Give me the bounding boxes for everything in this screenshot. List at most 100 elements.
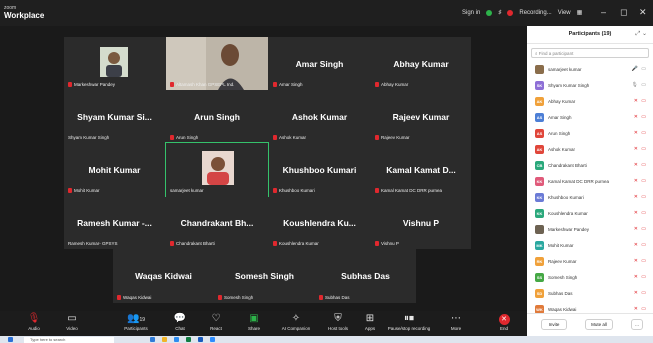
participant-tile[interactable]: Rajeev Kumar Rajeev Kumar bbox=[371, 90, 471, 143]
more-icon: ⋯ bbox=[451, 313, 461, 324]
participant-name: Khushboo Kumari bbox=[282, 164, 357, 175]
participant-tile[interactable]: Mohit Kumar Mohit Kumar bbox=[64, 143, 165, 196]
word-icon[interactable] bbox=[198, 337, 203, 342]
participant-name: Abhay Kumar bbox=[548, 98, 576, 104]
participant-tile[interactable]: Markeshwar Pandey bbox=[64, 37, 165, 90]
brand-name: Workplace bbox=[4, 11, 45, 20]
participants-button[interactable]: 👥19 Participants bbox=[116, 313, 156, 332]
collapse-icon[interactable]: ⌄ bbox=[642, 31, 647, 37]
mic-muted-icon bbox=[375, 135, 379, 140]
mic-camera-status-icon: ✕ ▭ bbox=[633, 274, 647, 280]
participant-list-item[interactable]: AS Arun Singh ✕ ▭ bbox=[527, 125, 653, 141]
participant-list-item[interactable]: KK Koushlendra Kumar ✕ ▭ bbox=[527, 205, 653, 221]
start-icon[interactable] bbox=[8, 337, 13, 342]
participant-tile[interactable]: Ashok Kumar Ashok Kumar bbox=[269, 90, 370, 143]
participant-name: Kamal Kamat DC DRR purnea bbox=[548, 178, 610, 184]
sparkle-icon: ✧ bbox=[291, 313, 301, 324]
edge-icon[interactable] bbox=[174, 337, 179, 342]
invite-button[interactable]: Invite bbox=[541, 319, 567, 330]
view-button[interactable]: View bbox=[558, 10, 571, 16]
participant-tile[interactable]: Shyam Kumar Si... Shyam Kumar Singh bbox=[64, 90, 165, 143]
panel-header: Participants (19) ⤢ ⌄ bbox=[527, 26, 653, 44]
participant-tile[interactable]: Arun Singh Arun Singh bbox=[166, 90, 268, 143]
participant-tile[interactable]: Waqas Kidwai Waqas Kidwai bbox=[113, 249, 214, 303]
tile-label: Abhay Kumar bbox=[375, 82, 408, 87]
mic-camera-status-icon: ✕ ▭ bbox=[633, 162, 647, 168]
participant-tile[interactable]: Khushboo Kumari Khushboo Kumari bbox=[269, 143, 370, 196]
participant-tile[interactable]: Somesh Singh Somesh Singh bbox=[214, 249, 315, 303]
stats-icon[interactable]: ♯ bbox=[498, 10, 501, 16]
chat-button[interactable]: 💬 Chat bbox=[160, 313, 200, 332]
participant-list-item[interactable]: KK Khushboo Kumari ✕ ▭ bbox=[527, 189, 653, 205]
mic-muted-icon bbox=[117, 295, 121, 300]
mic-muted-icon bbox=[273, 135, 277, 140]
folder-icon[interactable] bbox=[162, 337, 167, 342]
participant-list-item[interactable]: RK Rajeev Kumar ✕ ▭ bbox=[527, 253, 653, 269]
mic-muted-icon bbox=[375, 241, 379, 246]
panel-more-button[interactable]: ... bbox=[631, 319, 643, 330]
avatar: KK bbox=[535, 176, 544, 186]
video-button[interactable]: ▭ Video bbox=[52, 313, 92, 332]
participant-list-item[interactable]: MK Mohit Kumar ✕ ▭ bbox=[527, 237, 653, 253]
react-button[interactable]: ♡ React bbox=[196, 313, 236, 332]
tile-label: Mohit Kumar bbox=[68, 188, 100, 193]
more-button[interactable]: ⋯ More bbox=[436, 313, 476, 332]
participant-tile[interactable]: Kamal Kamat D... Kamal Kamat DC DRR purn… bbox=[371, 143, 471, 196]
participant-tile[interactable]: Subhas Das Subhas Das bbox=[315, 249, 416, 303]
participant-list-item[interactable]: SK Shyam Kumar Singh 🎙 ▭ bbox=[527, 77, 653, 93]
gallery-grid: Markeshwar Pandey Altamash Khan GPSEPL I… bbox=[64, 37, 471, 249]
participant-tile[interactable]: Amar Singh Amar Singh bbox=[269, 37, 370, 90]
pause-stop-recording-button[interactable]: ⏸⏹ Pause/stop recording bbox=[380, 313, 438, 332]
avatar: SK bbox=[535, 80, 544, 90]
ai-companion-button[interactable]: ✧ AI Companion bbox=[274, 313, 318, 332]
participant-name: Somesh Singh bbox=[548, 274, 578, 280]
mic-camera-status-icon: ✕ ▭ bbox=[633, 194, 647, 200]
participant-tile[interactable]: Ramesh Kumar -... Ramesh Kumar- GPSYS bbox=[64, 196, 165, 249]
audio-button[interactable]: 🎙 Audio bbox=[14, 313, 54, 332]
avatar: SD bbox=[535, 288, 544, 298]
participant-tile[interactable]: Vishnu P Vishnu P bbox=[371, 196, 471, 249]
mic-muted-icon bbox=[319, 295, 323, 300]
taskbar-app-icon[interactable] bbox=[150, 337, 155, 342]
participant-tile[interactable]: Abhay Kumar Abhay Kumar bbox=[371, 37, 471, 90]
participant-list-item[interactable]: Markeshwar Pandey ✕ ▭ bbox=[527, 221, 653, 237]
security-shield-icon[interactable] bbox=[486, 9, 493, 16]
participant-name: Waqas Kidwai bbox=[135, 271, 192, 281]
participant-list-item[interactable]: AK Abhay Kumar ✕ ▭ bbox=[527, 93, 653, 109]
participants-icon: 👥19 bbox=[126, 313, 145, 324]
excel-icon[interactable] bbox=[186, 337, 191, 342]
meeting-toolbar: 🎙 Audio ▭ Video 👥19 Participants 💬 Chat ♡ Rea… bbox=[0, 311, 527, 336]
mic-camera-status-icon: ✕ ▭ bbox=[633, 210, 647, 216]
participant-list-item[interactable]: KK Kamal Kamat DC DRR purnea ✕ ▭ bbox=[527, 173, 653, 189]
participant-name: Rajeev Kumar bbox=[392, 111, 450, 122]
recording-status[interactable]: Recording... bbox=[519, 10, 551, 16]
participant-search-input[interactable]: ⌕ Find a participant bbox=[531, 48, 649, 58]
zoom-icon[interactable] bbox=[210, 337, 215, 342]
participant-tile[interactable]: Chandrakant Bh... Chandrakant Bharti bbox=[166, 196, 268, 249]
mute-all-button[interactable]: Mute all bbox=[585, 319, 613, 330]
participant-list-item[interactable]: AS Amar Singh ✕ ▭ bbox=[527, 109, 653, 125]
mic-camera-status-icon: ✕ ▭ bbox=[633, 178, 647, 184]
participant-photo bbox=[202, 151, 234, 185]
participant-list-item[interactable]: SS Somesh Singh ✕ ▭ bbox=[527, 269, 653, 285]
signin-link[interactable]: Sign in bbox=[462, 10, 480, 16]
minimize-icon[interactable]: – bbox=[601, 7, 606, 17]
popout-icon[interactable]: ⤢ bbox=[635, 31, 640, 37]
share-button[interactable]: ▣ Share bbox=[234, 313, 274, 332]
participant-list-item[interactable]: samarjeet kumar 🎤 ▭ bbox=[527, 61, 653, 77]
active-speaker-tile[interactable]: samarjeet kumar bbox=[165, 142, 269, 197]
mic-muted-icon bbox=[170, 135, 174, 140]
participant-list-item[interactable]: AK Ashok Kumar ✕ ▭ bbox=[527, 141, 653, 157]
maximize-icon[interactable]: ◻ bbox=[620, 7, 627, 18]
end-button[interactable]: ✕ End bbox=[484, 313, 524, 332]
view-grid-icon[interactable]: ▦ bbox=[577, 9, 583, 16]
participant-tile[interactable]: Koushlendra Ku... Koushlendra Kumar bbox=[269, 196, 370, 249]
participant-list-item[interactable]: CB Chandrakant Bharti ✕ ▭ bbox=[527, 157, 653, 173]
participant-name: Vishnu P bbox=[402, 217, 440, 228]
taskbar-search[interactable]: Type here to search bbox=[24, 337, 114, 343]
close-icon[interactable]: ✕ bbox=[639, 7, 647, 18]
tile-label: Subhas Das bbox=[319, 295, 350, 300]
mic-muted-icon bbox=[68, 82, 72, 87]
participant-tile[interactable]: Altamash Khan GPSEPL Ind. bbox=[166, 37, 268, 90]
participant-list-item[interactable]: SD Subhas Das ✕ ▭ bbox=[527, 285, 653, 301]
